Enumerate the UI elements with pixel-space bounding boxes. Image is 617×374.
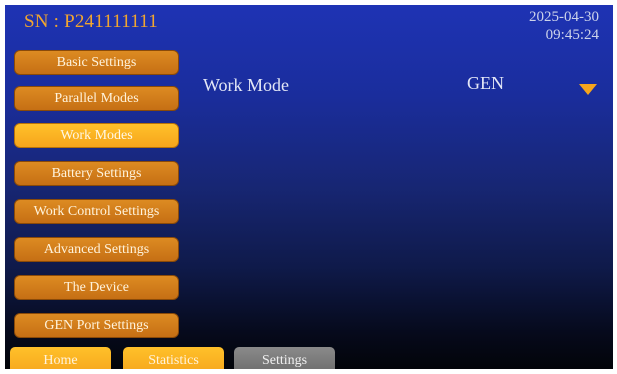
device-screen: SN : P241111111 2025-04-30 09:45:24 Basi… xyxy=(5,5,613,369)
time-text: 09:45:24 xyxy=(545,27,599,43)
date-text: 2025-04-30 xyxy=(529,9,599,25)
sidebar-item-parallel-modes[interactable]: Parallel Modes xyxy=(14,86,179,111)
sidebar-item-gen-port-settings[interactable]: GEN Port Settings xyxy=(14,313,179,338)
datetime-display: 2025-04-30 09:45:24 xyxy=(529,8,599,44)
sidebar-item-basic-settings[interactable]: Basic Settings xyxy=(14,50,179,75)
serial-number: SN : P241111111 xyxy=(24,11,158,32)
chevron-down-icon[interactable] xyxy=(579,84,597,95)
sidebar-item-advanced-settings[interactable]: Advanced Settings xyxy=(14,237,179,262)
work-mode-value[interactable]: GEN xyxy=(467,73,504,94)
sidebar-item-the-device[interactable]: The Device xyxy=(14,275,179,300)
sidebar-item-work-modes[interactable]: Work Modes xyxy=(14,123,179,148)
sidebar-item-battery-settings[interactable]: Battery Settings xyxy=(14,161,179,186)
tab-statistics[interactable]: Statistics xyxy=(123,347,224,369)
tab-home[interactable]: Home xyxy=(10,347,111,369)
sidebar-item-work-control-settings[interactable]: Work Control Settings xyxy=(14,199,179,224)
work-mode-label: Work Mode xyxy=(203,75,290,95)
tab-settings[interactable]: Settings xyxy=(234,347,335,369)
